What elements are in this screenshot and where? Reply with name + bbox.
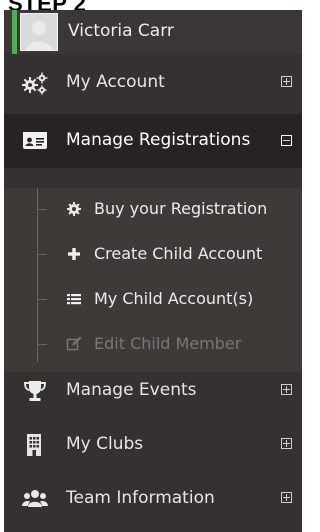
list-icon (66, 291, 82, 307)
expand-plus-icon[interactable] (281, 492, 292, 503)
tree-branch (37, 299, 47, 300)
nav-item-team-information[interactable]: Team Information (4, 474, 302, 524)
plus-icon (66, 246, 82, 262)
nav-label: My Clubs (66, 434, 144, 454)
submenu-label: Create Child Account (94, 244, 263, 263)
building-icon (22, 433, 48, 457)
expand-plus-icon[interactable] (281, 438, 292, 449)
users-icon (22, 487, 48, 511)
edit-icon (66, 336, 82, 352)
nav-label: Team Information (66, 488, 215, 508)
avatar (20, 13, 58, 51)
avatar-placeholder-icon (21, 14, 57, 50)
submenu-label: Edit Child Member (94, 334, 242, 353)
nav-label: Manage Events (66, 380, 197, 400)
trophy-icon (22, 379, 48, 403)
tree-branch (37, 209, 47, 210)
nav-label: Manage Registrations (66, 130, 251, 150)
registrations-submenu: Buy your Registration Create Child Accou… (4, 188, 302, 372)
sidebar-menu: Victoria Carr My Account Manage Registra… (4, 10, 302, 532)
gear-icon (66, 201, 82, 217)
id-card-icon (22, 130, 48, 154)
submenu-item-buy-registration[interactable]: Buy your Registration (4, 192, 302, 228)
tree-branch (37, 344, 47, 345)
submenu-item-my-child-accounts[interactable]: My Child Account(s) (4, 282, 302, 318)
submenu-item-create-child-account[interactable]: Create Child Account (4, 237, 302, 273)
user-name: Victoria Carr (68, 21, 174, 41)
nav-label: My Account (66, 72, 165, 92)
submenu-label: Buy your Registration (94, 199, 268, 218)
cogs-icon (22, 71, 48, 95)
nav-item-my-account[interactable]: My Account (4, 58, 302, 108)
tree-branch (37, 254, 47, 255)
submenu-label: My Child Account(s) (94, 289, 254, 308)
expand-plus-icon[interactable] (281, 76, 292, 87)
collapse-minus-icon[interactable] (281, 135, 292, 146)
submenu-item-edit-child-member: Edit Child Member (4, 327, 302, 363)
nav-item-my-clubs[interactable]: My Clubs (4, 420, 302, 470)
nav-item-manage-events[interactable]: Manage Events (4, 366, 302, 416)
user-profile[interactable]: Victoria Carr (4, 10, 302, 54)
active-accent-bar (12, 10, 17, 54)
nav-item-manage-registrations[interactable]: Manage Registrations (4, 114, 302, 168)
expand-plus-icon[interactable] (281, 384, 292, 395)
